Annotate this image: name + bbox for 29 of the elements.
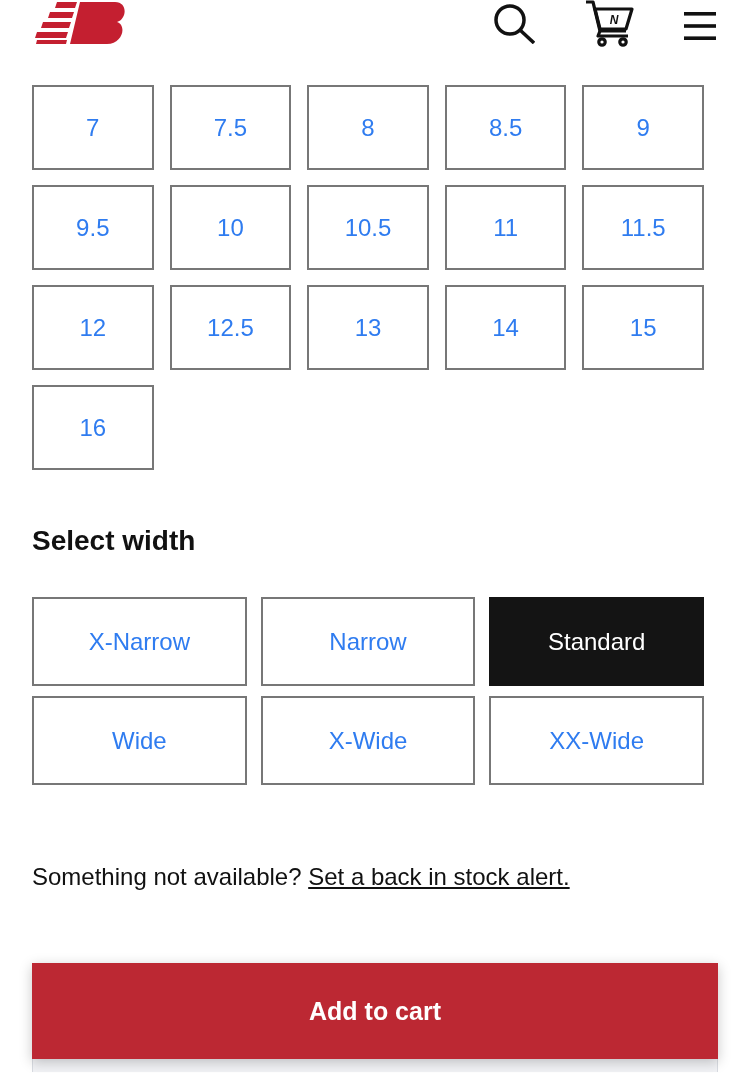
size-option-button[interactable]: 7.5 [169, 85, 292, 170]
size-option-button[interactable]: 9 [582, 85, 704, 170]
width-option-button[interactable]: X-Wide [260, 696, 476, 785]
size-option-button[interactable]: 11 [444, 185, 567, 270]
size-option-button[interactable]: 9.5 [32, 185, 154, 270]
size-option-button[interactable]: 12.5 [169, 285, 292, 370]
add-to-cart-button[interactable]: Add to cart [32, 963, 718, 1059]
size-option-button[interactable]: 8.5 [444, 85, 567, 170]
search-icon[interactable] [493, 3, 535, 44]
size-option-button[interactable]: 12 [32, 285, 154, 370]
size-option-button[interactable]: 15 [582, 285, 704, 370]
width-option-button[interactable]: Standard [489, 597, 704, 686]
stock-alert-link[interactable]: Set a back in stock alert. [308, 863, 570, 890]
width-option-button[interactable]: XX-Wide [489, 696, 704, 785]
size-option-button[interactable]: 7 [32, 85, 154, 170]
size-option-button[interactable]: 10.5 [307, 185, 429, 270]
section-heading: Select width [32, 524, 196, 558]
size-option-button[interactable]: 14 [444, 285, 567, 370]
size-option-button[interactable]: 8 [307, 85, 429, 170]
width-option-button[interactable]: X-Narrow [32, 597, 247, 686]
logo-icon[interactable] [35, 2, 126, 44]
size-option-button[interactable]: 16 [32, 385, 154, 470]
size-option-button[interactable]: 13 [307, 285, 429, 370]
width-option-button[interactable]: Narrow [260, 597, 476, 686]
menu-icon[interactable] [684, 12, 716, 40]
width-option-button[interactable]: Wide [32, 696, 247, 785]
size-option-button[interactable]: 10 [169, 185, 292, 270]
size-option-button[interactable]: 11.5 [582, 185, 704, 270]
stock-alert-text: Something not available? Set a back in stock alert. [32, 862, 570, 892]
